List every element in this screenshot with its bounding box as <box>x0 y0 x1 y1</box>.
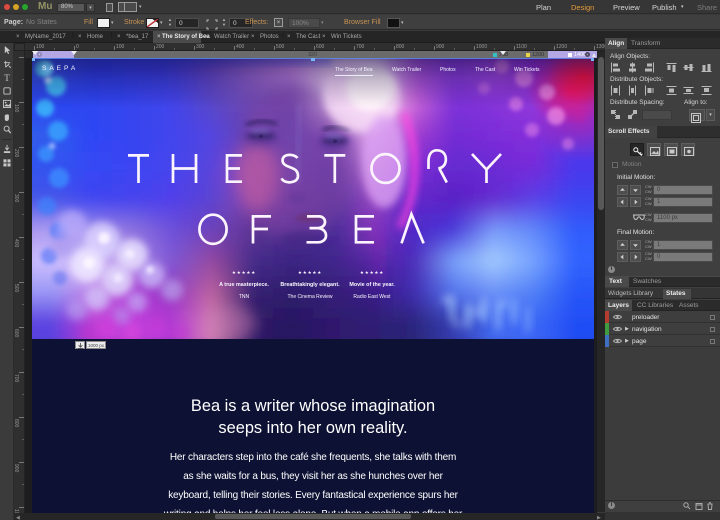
svg-text:T: T <box>4 73 10 83</box>
